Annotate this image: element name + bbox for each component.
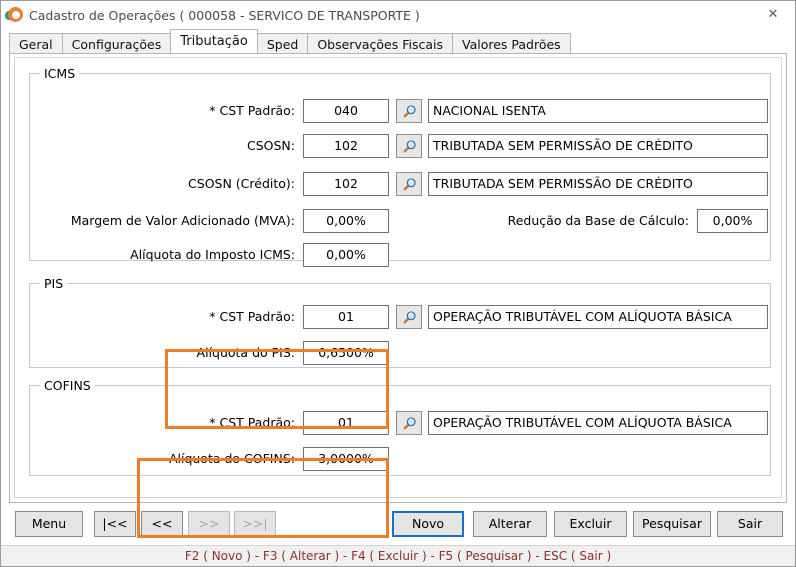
previous-record-button[interactable]: << [141, 511, 183, 537]
magnifier-icon [402, 177, 417, 192]
pesquisar-button[interactable]: Pesquisar [633, 511, 711, 537]
icms-mva-label: Margem de Valor Adicionado (MVA): [70, 213, 295, 228]
icms-aliquota-label: Alíquota do Imposto ICMS: [130, 247, 295, 262]
icms-csosn-credito-label: CSOSN (Crédito): [188, 176, 295, 191]
tab-strip: Geral Configurações Tributação Sped Obse… [1, 29, 795, 54]
magnifier-icon [402, 416, 417, 431]
cofins-cst-input[interactable]: 01 [303, 411, 389, 435]
group-pis: PIS * CST Padrão: 01 OPERAÇÃO TRIBUTÁVEL… [29, 276, 771, 368]
tab-page-tributacao: ICMS * CST Padrão: 040 NACIONAL ISENTA C… [9, 53, 787, 538]
close-icon[interactable]: ✕ [751, 1, 795, 28]
group-icms: ICMS * CST Padrão: 040 NACIONAL ISENTA C… [29, 66, 771, 267]
icms-csosn-credito-lookup-button[interactable] [396, 172, 422, 196]
title-bar: Cadastro de Operações ( 000058 - SERVICO… [1, 1, 795, 29]
cofins-cst-label: * CST Padrão: [209, 415, 295, 430]
alterar-button[interactable]: Alterar [473, 511, 547, 537]
icms-cst-label: * CST Padrão: [209, 103, 295, 118]
group-cofins-legend: COFINS [44, 378, 91, 393]
pis-cst-description[interactable]: OPERAÇÃO TRIBUTÁVEL COM ALÍQUOTA BÁSICA [428, 305, 768, 329]
sair-button[interactable]: Sair [717, 511, 783, 537]
pis-cst-lookup-button[interactable] [396, 305, 422, 329]
icms-reducao-base-input[interactable]: 0,00% [697, 209, 768, 233]
window-title: Cadastro de Operações ( 000058 - SERVICO… [29, 7, 420, 23]
magnifier-icon [402, 310, 417, 325]
icms-csosn-description[interactable]: TRIBUTADA SEM PERMISSÃO DE CRÉDITO [428, 134, 768, 158]
tab-configuracoes[interactable]: Configurações [61, 33, 172, 54]
cofins-cst-lookup-button[interactable] [396, 411, 422, 435]
icms-csosn-credito-input[interactable]: 102 [303, 172, 389, 196]
cofins-aliquota-label: Alíquota do COFINS: [168, 451, 295, 466]
icms-mva-input[interactable]: 0,00% [303, 209, 389, 233]
icms-csosn-label: CSOSN: [247, 138, 295, 153]
status-bar-text: F2 ( Novo ) - F3 ( Alterar ) - F4 ( Excl… [184, 549, 612, 563]
group-icms-legend: ICMS [44, 66, 76, 81]
app-logo-icon [5, 6, 23, 24]
pis-cst-label: * CST Padrão: [209, 309, 295, 324]
application-window: Cadastro de Operações ( 000058 - SERVICO… [0, 0, 796, 567]
pis-cst-input[interactable]: 01 [303, 305, 389, 329]
icms-aliquota-input[interactable]: 0,00% [303, 243, 389, 267]
menu-button[interactable]: Menu [15, 511, 83, 537]
tab-observacoes-fiscais[interactable]: Observações Fiscais [307, 33, 453, 54]
excluir-button[interactable]: Excluir [554, 511, 627, 537]
novo-button[interactable]: Novo [392, 511, 464, 537]
magnifier-icon [402, 139, 417, 154]
pis-aliquota-label: Alíquota do PIS: [196, 345, 295, 360]
cofins-aliquota-input[interactable]: 3,0000% [303, 447, 389, 471]
icms-cst-lookup-button[interactable] [396, 99, 422, 123]
tab-tributacao[interactable]: Tributação [170, 29, 258, 53]
icms-csosn-input[interactable]: 102 [303, 134, 389, 158]
magnifier-icon [402, 104, 417, 119]
tab-valores-padroes[interactable]: Valores Padrões [451, 33, 571, 54]
first-record-button[interactable]: |<< [94, 511, 136, 537]
icms-cst-description[interactable]: NACIONAL ISENTA [428, 99, 768, 123]
last-record-button: >>| [234, 511, 276, 537]
icms-csosn-lookup-button[interactable] [396, 134, 422, 158]
button-bar: Menu |<< << >> >>| Novo Alterar Excluir … [1, 503, 795, 545]
next-record-button: >> [188, 511, 230, 537]
tab-sped[interactable]: Sped [256, 33, 309, 54]
pis-aliquota-input[interactable]: 0,6500% [303, 341, 389, 365]
group-pis-legend: PIS [44, 276, 64, 291]
tab-geral[interactable]: Geral [9, 33, 63, 54]
icms-csosn-credito-description[interactable]: TRIBUTADA SEM PERMISSÃO DE CRÉDITO [428, 172, 768, 196]
status-bar: F2 ( Novo ) - F3 ( Alterar ) - F4 ( Excl… [1, 545, 795, 566]
cofins-cst-description[interactable]: OPERAÇÃO TRIBUTÁVEL COM ALÍQUOTA BÁSICA [428, 411, 768, 435]
tributacao-pane: ICMS * CST Padrão: 040 NACIONAL ISENTA C… [14, 57, 782, 538]
group-cofins: COFINS * CST Padrão: 01 OPERAÇÃO TRIBUTÁ… [29, 378, 771, 476]
icms-reducao-base-label: Redução da Base de Cálculo: [507, 213, 689, 228]
icms-cst-input[interactable]: 040 [303, 99, 389, 123]
